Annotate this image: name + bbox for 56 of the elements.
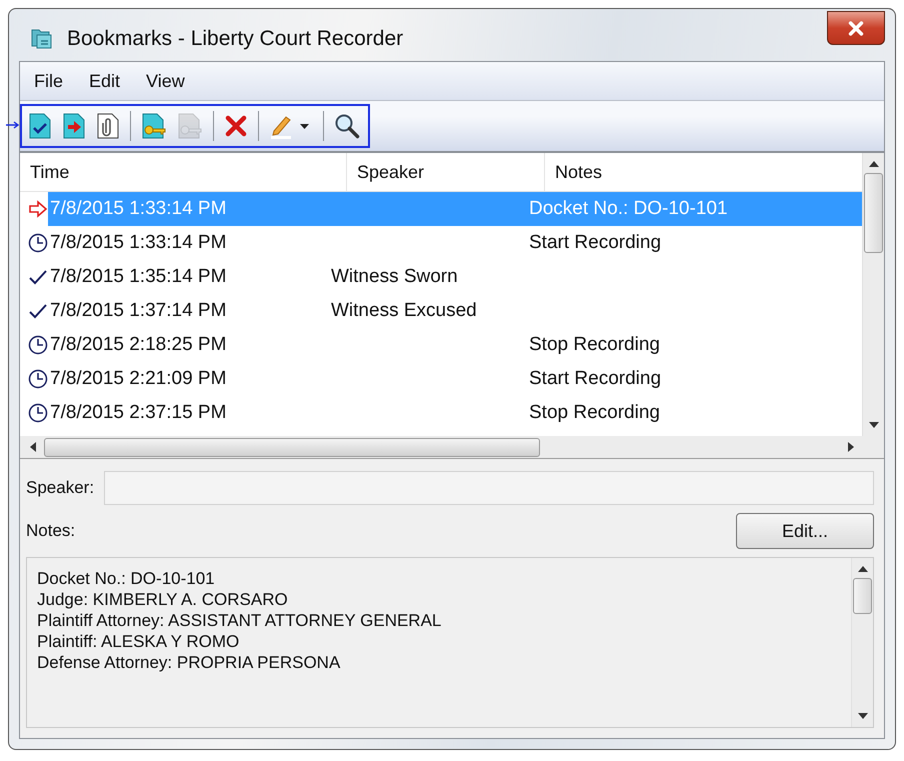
- notes-line: Defense Attorney: PROPRIA PERSONA: [37, 652, 342, 673]
- table-cell: Start Recording: [529, 232, 662, 253]
- table-cell-text: 7/8/2015 2:21:09 PM: [49, 368, 228, 390]
- vertical-scrollbar[interactable]: [862, 153, 884, 436]
- notes-line: Docket No.: DO-10-101: [37, 568, 216, 589]
- close-icon: [847, 20, 865, 36]
- field-label: Speaker:: [26, 478, 94, 498]
- notes-line: Judge: KIMBERLY A. CORSARO: [37, 589, 289, 610]
- menu-item[interactable]: File: [34, 70, 64, 92]
- scroll-thumb[interactable]: [864, 173, 883, 253]
- table-cell: Docket No.: DO-10-101: [529, 198, 728, 219]
- scroll-up-icon: [868, 161, 878, 167]
- menu-item[interactable]: View: [146, 70, 185, 92]
- table-cell-text: 7/8/2015 1:33:14 PM: [49, 232, 228, 254]
- table-cell: Start Recording: [529, 368, 662, 389]
- speaker-field[interactable]: [104, 471, 874, 505]
- clock-icon: [28, 233, 48, 253]
- close-button[interactable]: [827, 11, 885, 45]
- scroll-thumb[interactable]: [44, 438, 540, 456]
- key-page-icon[interactable]: [141, 113, 167, 139]
- clock-icon: [28, 369, 48, 389]
- paperclip-page-icon[interactable]: [96, 113, 120, 139]
- scroll-left-icon: [30, 442, 36, 452]
- table-cell: Stop Recording: [529, 402, 660, 423]
- window-title: Bookmarks - Liberty Court Recorder: [67, 26, 404, 51]
- table-cell: Witness Excused: [331, 300, 477, 321]
- horizontal-scrollbar[interactable]: [20, 436, 884, 458]
- scroll-thumb[interactable]: [853, 578, 872, 614]
- table-cell-text: 7/8/2015 1:33:14 PM: [49, 198, 228, 220]
- table-cell-text: 7/8/2015 1:35:14 PM: [49, 266, 228, 288]
- notes-box[interactable]: Docket No.: DO-10-101 Judge: KIMBERLY A. CORSARO Plaintiff Attorney: ASSISTANT ATTORNEY GENERAL Plaintiff: ALESKA Y ROMO Defense Attorney: PROPRIA PERSONA: [26, 557, 874, 728]
- search-icon[interactable]: [334, 113, 360, 139]
- vertical-scrollbar[interactable]: [851, 558, 873, 727]
- table-cell-text: 7/8/2015 2:18:25 PM: [49, 334, 228, 356]
- scroll-down-icon: [868, 422, 878, 428]
- column-header[interactable]: Time: [20, 153, 347, 191]
- scroll-down-icon: [858, 713, 868, 719]
- table-cell: Stop Recording: [529, 334, 660, 355]
- table-cell: Witness Sworn: [331, 266, 458, 287]
- scroll-up-icon: [858, 566, 868, 572]
- notes-line: Plaintiff: ALESKA Y ROMO: [37, 631, 240, 652]
- table-cell-text: 7/8/2015 2:37:15 PM: [49, 402, 228, 424]
- menu-item[interactable]: Edit: [89, 70, 120, 92]
- table-cell-text: 7/8/2015 1:37:14 PM: [49, 300, 228, 322]
- edit-button[interactable]: Edit...: [736, 513, 874, 549]
- notes-line: Plaintiff Attorney: ASSISTANT ATTORNEY GENERAL: [37, 610, 442, 631]
- arrow-icon: [28, 199, 48, 219]
- delete-icon[interactable]: [224, 114, 248, 138]
- check-page-icon[interactable]: [28, 113, 52, 139]
- scroll-right-icon: [848, 442, 854, 452]
- arrow-page-icon[interactable]: [62, 113, 86, 139]
- clock-icon: [28, 335, 48, 355]
- column-header[interactable]: Notes: [545, 153, 862, 191]
- column-header[interactable]: Speaker: [347, 153, 545, 191]
- field-label: Notes:: [26, 521, 76, 541]
- clock-icon: [28, 403, 48, 423]
